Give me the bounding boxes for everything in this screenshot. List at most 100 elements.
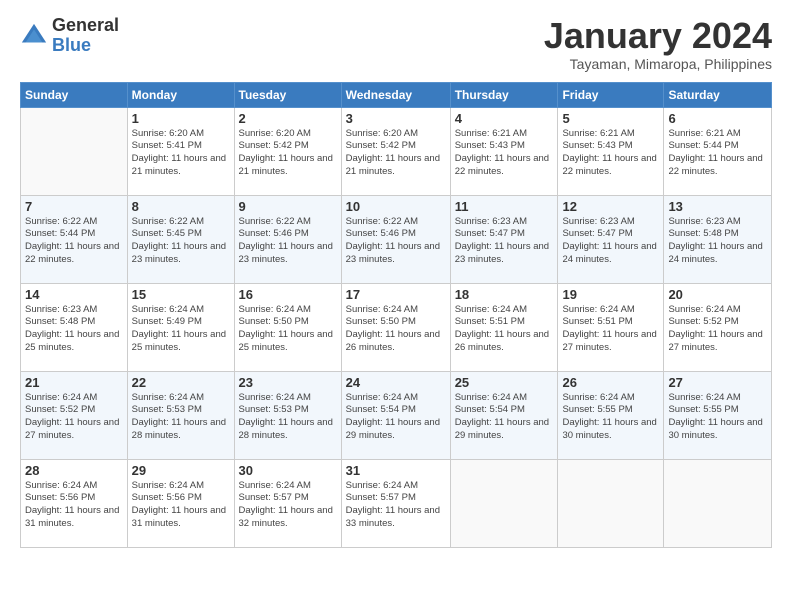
- day-number: 12: [562, 199, 659, 214]
- calendar-cell: 18 Sunrise: 6:24 AM Sunset: 5:51 PM Dayli…: [450, 283, 558, 371]
- calendar-cell: 30 Sunrise: 6:24 AM Sunset: 5:57 PM Dayli…: [234, 459, 341, 547]
- day-number: 1: [132, 111, 230, 126]
- month-title: January 2024: [544, 16, 772, 56]
- calendar-table: SundayMondayTuesdayWednesdayThursdayFrid…: [20, 82, 772, 548]
- day-number: 28: [25, 463, 123, 478]
- day-number: 22: [132, 375, 230, 390]
- day-info: Sunrise: 6:24 AM Sunset: 5:55 PM Dayligh…: [668, 392, 767, 443]
- column-header-saturday: Saturday: [664, 82, 772, 107]
- day-info: Sunrise: 6:22 AM Sunset: 5:46 PM Dayligh…: [346, 216, 446, 267]
- calendar-cell: [450, 459, 558, 547]
- day-info: Sunrise: 6:24 AM Sunset: 5:55 PM Dayligh…: [562, 392, 659, 443]
- calendar-cell: 20 Sunrise: 6:24 AM Sunset: 5:52 PM Dayli…: [664, 283, 772, 371]
- logo-icon: [20, 22, 48, 50]
- calendar-cell: 1Sunrise: 6:20 AM Sunset: 5:41 PM Daylig…: [127, 107, 234, 195]
- day-info: Sunrise: 6:22 AM Sunset: 5:44 PM Dayligh…: [25, 216, 123, 267]
- calendar-cell: 4 Sunrise: 6:21 AM Sunset: 5:43 PM Daylig…: [450, 107, 558, 195]
- day-number: 6: [668, 111, 767, 126]
- week-row-3: 14 Sunrise: 6:23 AM Sunset: 5:48 PM Dayli…: [21, 283, 772, 371]
- week-row-5: 28 Sunrise: 6:24 AM Sunset: 5:56 PM Dayli…: [21, 459, 772, 547]
- logo-general: General: [52, 16, 119, 36]
- column-header-thursday: Thursday: [450, 82, 558, 107]
- day-number: 30: [239, 463, 337, 478]
- day-number: 10: [346, 199, 446, 214]
- day-number: 13: [668, 199, 767, 214]
- day-number: 18: [455, 287, 554, 302]
- logo-blue: Blue: [52, 36, 119, 56]
- calendar-cell: 17 Sunrise: 6:24 AM Sunset: 5:50 PM Dayli…: [341, 283, 450, 371]
- title-area: January 2024 Tayaman, Mimaropa, Philippi…: [544, 16, 772, 72]
- day-info: Sunrise: 6:20 AM Sunset: 5:42 PM Dayligh…: [346, 128, 446, 179]
- day-info: Sunrise: 6:23 AM Sunset: 5:48 PM Dayligh…: [25, 304, 123, 355]
- page: General Blue January 2024 Tayaman, Mimar…: [0, 0, 792, 612]
- calendar-cell: 2 Sunrise: 6:20 AM Sunset: 5:42 PM Daylig…: [234, 107, 341, 195]
- calendar-cell: [664, 459, 772, 547]
- day-number: 31: [346, 463, 446, 478]
- calendar-cell: 11Sunrise: 6:23 AM Sunset: 5:47 PM Dayli…: [450, 195, 558, 283]
- calendar-cell: 26 Sunrise: 6:24 AM Sunset: 5:55 PM Dayli…: [558, 371, 664, 459]
- day-info: Sunrise: 6:20 AM Sunset: 5:42 PM Dayligh…: [239, 128, 337, 179]
- calendar-cell: 13Sunrise: 6:23 AM Sunset: 5:48 PM Dayli…: [664, 195, 772, 283]
- column-header-sunday: Sunday: [21, 82, 128, 107]
- header: General Blue January 2024 Tayaman, Mimar…: [20, 16, 772, 72]
- logo-text: General Blue: [52, 16, 119, 56]
- day-number: 9: [239, 199, 337, 214]
- week-row-2: 7 Sunrise: 6:22 AM Sunset: 5:44 PM Daylig…: [21, 195, 772, 283]
- calendar-cell: 22 Sunrise: 6:24 AM Sunset: 5:53 PM Dayli…: [127, 371, 234, 459]
- day-info: Sunrise: 6:24 AM Sunset: 5:51 PM Dayligh…: [562, 304, 659, 355]
- day-number: 4: [455, 111, 554, 126]
- calendar-cell: 3 Sunrise: 6:20 AM Sunset: 5:42 PM Daylig…: [341, 107, 450, 195]
- day-info: Sunrise: 6:24 AM Sunset: 5:57 PM Dayligh…: [239, 480, 337, 531]
- day-number: 14: [25, 287, 123, 302]
- day-number: 26: [562, 375, 659, 390]
- calendar-cell: 14 Sunrise: 6:23 AM Sunset: 5:48 PM Dayli…: [21, 283, 128, 371]
- day-info: Sunrise: 6:24 AM Sunset: 5:56 PM Dayligh…: [132, 480, 230, 531]
- day-number: 5: [562, 111, 659, 126]
- day-number: 8: [132, 199, 230, 214]
- day-info: Sunrise: 6:21 AM Sunset: 5:43 PM Dayligh…: [455, 128, 554, 179]
- week-row-4: 21 Sunrise: 6:24 AM Sunset: 5:52 PM Dayli…: [21, 371, 772, 459]
- day-number: 25: [455, 375, 554, 390]
- day-number: 16: [239, 287, 337, 302]
- day-info: Sunrise: 6:24 AM Sunset: 5:50 PM Dayligh…: [346, 304, 446, 355]
- day-info: Sunrise: 6:24 AM Sunset: 5:51 PM Dayligh…: [455, 304, 554, 355]
- day-number: 21: [25, 375, 123, 390]
- day-info: Sunrise: 6:24 AM Sunset: 5:53 PM Dayligh…: [132, 392, 230, 443]
- header-row: SundayMondayTuesdayWednesdayThursdayFrid…: [21, 82, 772, 107]
- day-info: Sunrise: 6:24 AM Sunset: 5:52 PM Dayligh…: [25, 392, 123, 443]
- column-header-friday: Friday: [558, 82, 664, 107]
- day-number: 19: [562, 287, 659, 302]
- day-info: Sunrise: 6:24 AM Sunset: 5:54 PM Dayligh…: [455, 392, 554, 443]
- day-number: 17: [346, 287, 446, 302]
- day-number: 2: [239, 111, 337, 126]
- day-info: Sunrise: 6:23 AM Sunset: 5:47 PM Dayligh…: [562, 216, 659, 267]
- week-row-1: 1Sunrise: 6:20 AM Sunset: 5:41 PM Daylig…: [21, 107, 772, 195]
- calendar-cell: 9 Sunrise: 6:22 AM Sunset: 5:46 PM Daylig…: [234, 195, 341, 283]
- calendar-cell: 28 Sunrise: 6:24 AM Sunset: 5:56 PM Dayli…: [21, 459, 128, 547]
- day-number: 20: [668, 287, 767, 302]
- day-number: 29: [132, 463, 230, 478]
- calendar-cell: 5Sunrise: 6:21 AM Sunset: 5:43 PM Daylig…: [558, 107, 664, 195]
- calendar-cell: 23Sunrise: 6:24 AM Sunset: 5:53 PM Dayli…: [234, 371, 341, 459]
- day-info: Sunrise: 6:24 AM Sunset: 5:52 PM Dayligh…: [668, 304, 767, 355]
- day-info: Sunrise: 6:24 AM Sunset: 5:50 PM Dayligh…: [239, 304, 337, 355]
- day-info: Sunrise: 6:22 AM Sunset: 5:46 PM Dayligh…: [239, 216, 337, 267]
- day-number: 7: [25, 199, 123, 214]
- day-info: Sunrise: 6:24 AM Sunset: 5:57 PM Dayligh…: [346, 480, 446, 531]
- logo: General Blue: [20, 16, 119, 56]
- calendar-cell: 8Sunrise: 6:22 AM Sunset: 5:45 PM Daylig…: [127, 195, 234, 283]
- calendar-cell: 10 Sunrise: 6:22 AM Sunset: 5:46 PM Dayli…: [341, 195, 450, 283]
- day-info: Sunrise: 6:24 AM Sunset: 5:56 PM Dayligh…: [25, 480, 123, 531]
- day-number: 23: [239, 375, 337, 390]
- calendar-cell: 25 Sunrise: 6:24 AM Sunset: 5:54 PM Dayli…: [450, 371, 558, 459]
- calendar-cell: 31 Sunrise: 6:24 AM Sunset: 5:57 PM Dayli…: [341, 459, 450, 547]
- day-info: Sunrise: 6:24 AM Sunset: 5:49 PM Dayligh…: [132, 304, 230, 355]
- day-number: 3: [346, 111, 446, 126]
- calendar-cell: 24Sunrise: 6:24 AM Sunset: 5:54 PM Dayli…: [341, 371, 450, 459]
- calendar-cell: [558, 459, 664, 547]
- calendar-cell: 27Sunrise: 6:24 AM Sunset: 5:55 PM Dayli…: [664, 371, 772, 459]
- calendar-cell: 6Sunrise: 6:21 AM Sunset: 5:44 PM Daylig…: [664, 107, 772, 195]
- calendar-cell: 12 Sunrise: 6:23 AM Sunset: 5:47 PM Dayli…: [558, 195, 664, 283]
- calendar-cell: 7 Sunrise: 6:22 AM Sunset: 5:44 PM Daylig…: [21, 195, 128, 283]
- day-number: 11: [455, 199, 554, 214]
